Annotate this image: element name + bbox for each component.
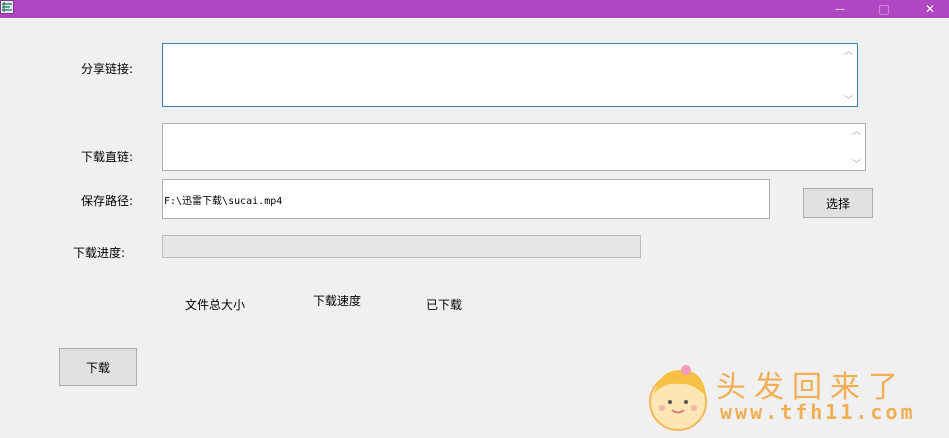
- title-bar[interactable]: — □ ✕: [0, 0, 949, 18]
- close-icon: ✕: [924, 2, 936, 16]
- maximize-button[interactable]: □: [864, 0, 904, 18]
- download-progress-bar: [162, 235, 641, 258]
- scroll-down-icon: ﹀: [843, 96, 853, 106]
- direct-link-label: 下载直链:: [81, 150, 134, 164]
- share-link-scrollbar[interactable]: ︿ ﹀: [840, 44, 857, 106]
- close-button[interactable]: ✕: [910, 0, 949, 18]
- minimize-icon: —: [835, 3, 845, 15]
- watermark-url: www.tfh11.com: [720, 400, 916, 424]
- progress-label: 下载进度:: [73, 246, 126, 260]
- save-path-input[interactable]: F:\迅雷下载\sucai.mp4: [162, 179, 770, 219]
- total-size-label: 文件总大小: [185, 298, 246, 312]
- minimize-button[interactable]: —: [820, 0, 860, 18]
- direct-link-input[interactable]: ︿ ﹀: [162, 123, 866, 171]
- direct-link-scrollbar[interactable]: ︿ ﹀: [848, 124, 865, 170]
- scroll-up-icon: ︿: [851, 127, 861, 137]
- share-link-input[interactable]: ︿ ﹀: [162, 43, 858, 107]
- save-path-value: F:\迅雷下载\sucai.mp4: [164, 195, 283, 207]
- download-button[interactable]: 下载: [59, 348, 137, 386]
- maximize-icon: □: [878, 2, 890, 16]
- scroll-down-icon: ﹀: [851, 160, 861, 170]
- speed-label: 下载速度: [313, 294, 362, 308]
- app-logo-icon: [0, 0, 14, 14]
- downloaded-label: 已下载: [426, 298, 463, 312]
- scroll-up-icon: ︿: [843, 47, 853, 57]
- browse-button[interactable]: 选择: [803, 188, 873, 218]
- share-link-label: 分享链接:: [81, 62, 134, 76]
- watermark-logo: 头发回来了 www.tfh11.com: [640, 358, 940, 434]
- save-path-label: 保存路径:: [81, 194, 134, 208]
